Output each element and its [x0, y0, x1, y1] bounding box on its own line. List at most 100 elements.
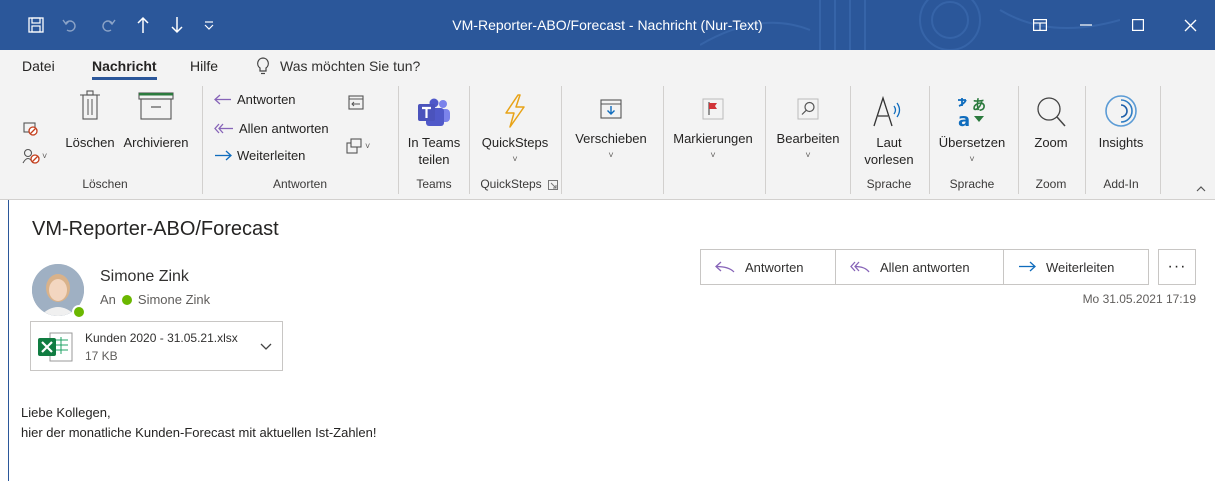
- translate-button[interactable]: あa Übersetzen ˅: [932, 88, 1012, 168]
- reply-all-icon: [850, 261, 870, 273]
- ribbon: ˅ Löschen Archivieren Löschen Antworten …: [0, 80, 1215, 200]
- delete-button[interactable]: Löschen: [62, 88, 118, 151]
- read-aloud-button[interactable]: Laut vorlesen: [852, 88, 926, 168]
- attachment-name: Kunden 2020 - 31.05.21.xlsx: [85, 331, 238, 345]
- insights-button[interactable]: Insights: [1088, 88, 1154, 151]
- zoom-button[interactable]: Zoom: [1022, 88, 1080, 151]
- delete-label: Löschen: [65, 135, 115, 150]
- collapse-ribbon-icon[interactable]: [1196, 180, 1206, 195]
- presence-available-icon: [72, 305, 86, 319]
- editing-button[interactable]: Bearbeiten ˅: [770, 88, 846, 164]
- cleanup-icon[interactable]: ˅: [22, 148, 47, 164]
- ribbon-separator: [929, 86, 930, 194]
- lightning-icon: [476, 88, 554, 128]
- share-to-teams-label-2: teilen: [418, 152, 450, 167]
- share-to-teams-label-1: In Teams: [407, 135, 461, 150]
- group-label-add-in: Add-In: [1103, 177, 1139, 191]
- sender-name[interactable]: Simone Zink: [100, 268, 189, 286]
- ignore-icon[interactable]: [22, 120, 38, 139]
- chevron-down-icon: ˅: [608, 150, 614, 160]
- reply-label: Antworten: [237, 92, 296, 107]
- zoom-icon: [1022, 88, 1080, 128]
- reply-icon: [214, 94, 231, 104]
- body-line: hier der monatliche Kunden-Forecast mit …: [21, 425, 377, 440]
- save-icon[interactable]: [28, 15, 44, 35]
- reply-all-label: Allen antworten: [880, 259, 970, 275]
- group-label-quicksteps: QuickSteps: [480, 177, 542, 191]
- ribbon-separator: [850, 86, 851, 194]
- reply-all-button[interactable]: Allen antworten: [214, 121, 329, 136]
- ribbon-separator: [202, 86, 203, 194]
- trash-icon: [62, 88, 118, 120]
- search-icon: [770, 88, 846, 120]
- excel-icon: [38, 332, 74, 367]
- move-label: Verschieben: [575, 131, 647, 146]
- flag-icon: [666, 88, 760, 120]
- ribbon-separator: [469, 86, 470, 194]
- meeting-reply-icon[interactable]: [348, 94, 364, 113]
- dialog-launcher-icon[interactable]: [548, 178, 558, 193]
- maximize-icon[interactable]: [1115, 0, 1161, 50]
- read-aloud-label-1: Laut: [876, 135, 902, 150]
- redo-icon[interactable]: [100, 15, 116, 35]
- message-body: Liebe Kollegen, hier der monatliche Kund…: [21, 403, 377, 443]
- message-actions: Antworten Allen antworten Weiterleiten: [700, 249, 1149, 285]
- avatar: [32, 264, 86, 319]
- tab-nachricht[interactable]: Nachricht: [92, 58, 157, 80]
- reply-button[interactable]: Antworten: [701, 250, 836, 284]
- attachment-size: 17 KB: [85, 349, 118, 363]
- reply-button[interactable]: Antworten: [214, 92, 296, 107]
- tell-me-search[interactable]: Was möchten Sie tun?: [280, 58, 420, 74]
- more-respond-icon[interactable]: ˅: [346, 138, 370, 154]
- group-label-loeschen: Löschen: [82, 177, 128, 191]
- group-label-sprache: Sprache: [866, 177, 912, 191]
- share-to-teams-button[interactable]: In Teams teilen: [404, 88, 464, 168]
- insights-icon: [1088, 88, 1154, 128]
- ribbon-separator: [1085, 86, 1086, 194]
- message-date: Mo 31.05.2021 17:19: [1082, 292, 1196, 306]
- previous-item-icon[interactable]: [136, 15, 150, 35]
- ribbon-separator: [1160, 86, 1161, 194]
- move-button[interactable]: Verschieben ˅: [568, 88, 654, 164]
- tab-hilfe[interactable]: Hilfe: [190, 58, 218, 74]
- chevron-down-icon: ˅: [805, 150, 811, 160]
- forward-icon: [1019, 261, 1036, 272]
- minimize-icon[interactable]: [1063, 0, 1109, 50]
- more-actions-button[interactable]: ···: [1158, 249, 1196, 285]
- ribbon-separator: [663, 86, 664, 194]
- insights-label: Insights: [1098, 135, 1144, 150]
- teams-icon: [404, 88, 464, 128]
- reply-all-button[interactable]: Allen antworten: [836, 250, 1004, 284]
- quick-access-customize-icon[interactable]: [204, 15, 214, 35]
- reply-label: Antworten: [745, 259, 804, 275]
- close-icon[interactable]: [1167, 0, 1213, 50]
- group-label-zoom: Zoom: [1035, 177, 1067, 191]
- lightbulb-icon: [256, 57, 270, 78]
- quicksteps-label: QuickSteps: [481, 135, 549, 150]
- archive-button[interactable]: Archivieren: [118, 88, 194, 151]
- recipient-row: An Simone Zink: [100, 292, 210, 307]
- forward-label: Weiterleiten: [1046, 259, 1115, 275]
- attachment-card[interactable]: Kunden 2020 - 31.05.21.xlsx 17 KB: [30, 321, 283, 371]
- recipient-name[interactable]: Simone Zink: [138, 292, 210, 307]
- undo-icon[interactable]: [62, 15, 78, 35]
- archive-icon: [118, 88, 194, 120]
- forward-button[interactable]: Weiterleiten: [1004, 250, 1148, 284]
- ribbon-display-options-icon[interactable]: [1017, 0, 1063, 50]
- group-label-antworten: Antworten: [272, 177, 328, 191]
- tab-datei[interactable]: Datei: [22, 58, 55, 74]
- next-item-icon[interactable]: [170, 15, 184, 35]
- forward-icon: [215, 150, 232, 160]
- svg-text:a: a: [958, 110, 970, 128]
- forward-button[interactable]: Weiterleiten: [214, 148, 305, 163]
- translate-label: Übersetzen: [938, 135, 1006, 150]
- move-folder-icon: [568, 88, 654, 120]
- tags-button[interactable]: Markierungen ˅: [666, 88, 760, 164]
- reading-pane-border: [8, 200, 9, 481]
- quicksteps-button[interactable]: QuickSteps ˅: [476, 88, 554, 168]
- chevron-down-icon[interactable]: [260, 338, 272, 356]
- reply-icon: [715, 261, 735, 273]
- window-title: VM-Reporter-ABO/Forecast - Nachricht (Nu…: [452, 17, 763, 33]
- editing-label: Bearbeiten: [776, 131, 840, 146]
- ribbon-separator: [561, 86, 562, 194]
